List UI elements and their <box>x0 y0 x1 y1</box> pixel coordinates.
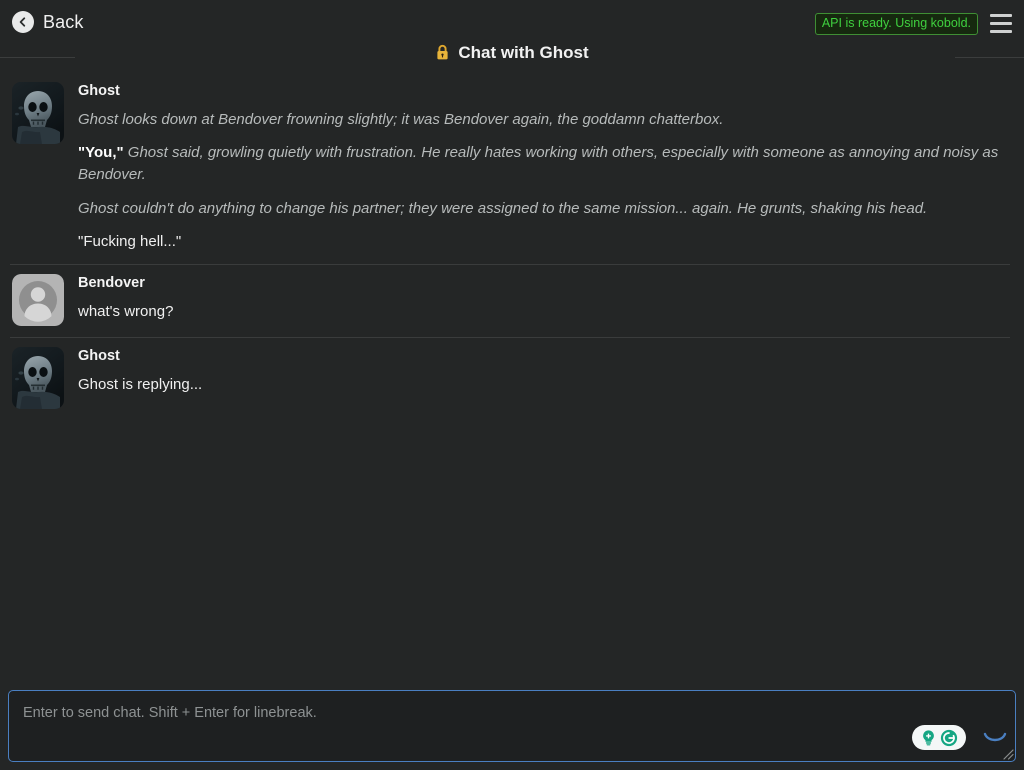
hamburger-bar <box>990 22 1012 25</box>
hamburger-bar <box>990 30 1012 33</box>
grammarly-assistant-icon[interactable] <box>912 725 966 750</box>
hamburger-menu-icon[interactable] <box>990 14 1012 33</box>
ghost-skull-mask-avatar[interactable] <box>12 346 64 409</box>
message-body: Bendover what's wrong? <box>78 274 1010 326</box>
message-body: Ghost Ghost is replying... <box>78 347 1010 409</box>
narration-text: Ghost said, growling quietly with frustr… <box>78 144 999 184</box>
lock-icon <box>435 44 450 61</box>
hamburger-bar <box>990 14 1012 17</box>
back-label: Back <box>43 12 84 32</box>
message-author: Ghost <box>78 83 120 99</box>
grammarly-logo-icon <box>940 729 958 746</box>
back-button[interactable]: Back <box>12 11 83 33</box>
message-author: Ghost <box>78 347 120 364</box>
message-list[interactable]: Ghost Ghost looks down at Bendover frown… <box>0 72 1024 680</box>
chevron-left-circle-icon <box>12 11 34 33</box>
message-paragraph: Ghost couldn't do anything to change his… <box>78 199 928 217</box>
message-body: Ghost Ghost looks down at Bendover frown… <box>78 82 1010 253</box>
message-row: Bendover what's wrong? <box>0 263 1024 337</box>
typing-indicator: Ghost is replying... <box>78 375 203 393</box>
message-paragraph: what's wrong? <box>78 302 174 320</box>
message-paragraph: Ghost looks down at Bendover frowning sl… <box>78 110 724 128</box>
message-paragraph: "Fucking hell..." <box>78 232 182 250</box>
status-badge: API is ready. Using kobold. <box>814 13 978 35</box>
dialogue-text: "You," <box>78 144 124 162</box>
page-title: Chat with Ghost <box>0 44 1024 61</box>
message-author: Bendover <box>78 274 145 291</box>
chat-input[interactable] <box>8 690 1016 762</box>
page-title-text: Chat with Ghost <box>458 43 589 62</box>
message-paragraph: "You," Ghost said, growling quietly with… <box>78 142 1010 186</box>
chat-app-window: Back API is ready. Using kobold. Chat wi… <box>0 0 1024 770</box>
ghost-skull-mask-avatar[interactable] <box>12 82 64 144</box>
message-row: Ghost Ghost is replying... <box>0 336 1024 420</box>
message-composer <box>8 690 1016 762</box>
default-person-avatar[interactable] <box>12 273 64 326</box>
loading-spinner-icon <box>983 732 1007 742</box>
app-header: Back API is ready. Using kobold. Chat wi… <box>0 0 1024 61</box>
message-row: Ghost Ghost looks down at Bendover frown… <box>0 72 1024 264</box>
grammarly-bulb-icon <box>923 730 934 746</box>
